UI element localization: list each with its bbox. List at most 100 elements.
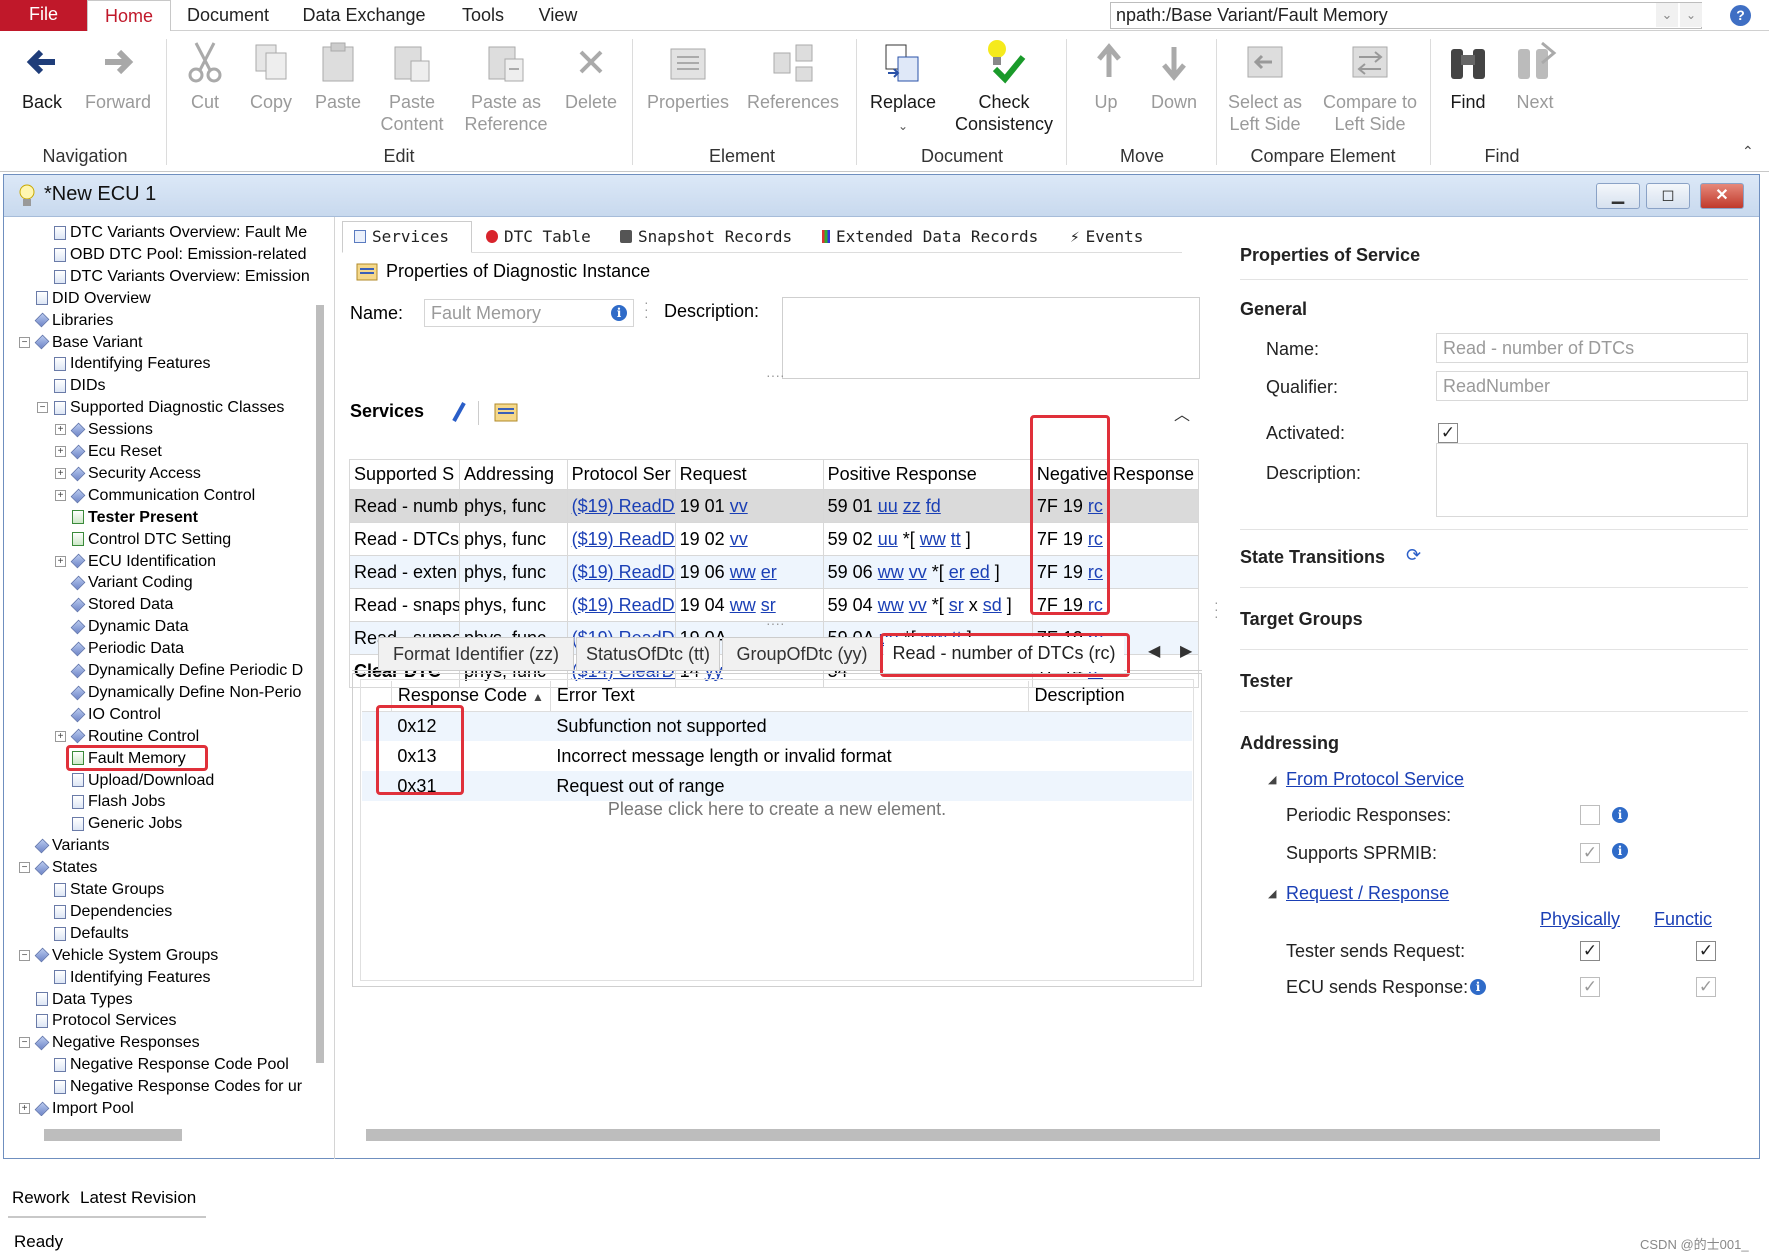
tab-services[interactable]: Services <box>354 227 449 246</box>
parameter-link[interactable]: ww <box>730 595 756 615</box>
copy-button[interactable]: Copy <box>244 39 298 113</box>
parameter-link[interactable]: uu <box>878 496 898 516</box>
back-button[interactable]: Back <box>14 39 70 113</box>
replace-dropdown-icon[interactable]: ⌄ <box>898 119 908 133</box>
check-consistency-button[interactable]: Check Consistency <box>952 39 1056 135</box>
ecu-sends-functionally-checkbox[interactable]: ✓ <box>1696 977 1716 997</box>
column-header-error-text[interactable]: Error Text <box>550 681 1029 712</box>
parameter-link[interactable]: sd <box>983 595 1002 615</box>
tree-item[interactable]: Security Access <box>70 464 201 484</box>
info-icon[interactable]: i <box>611 305 627 321</box>
column-header[interactable]: Positive Response <box>822 459 1033 490</box>
error-text-cell[interactable]: Subfunction not supported <box>550 711 1029 741</box>
target-groups-header[interactable]: Target Groups <box>1240 609 1363 630</box>
tab-events[interactable]: ⚡ Events <box>1070 227 1143 246</box>
tree-item[interactable]: Import Pool <box>34 1099 134 1116</box>
vertical-splitter-dots[interactable]: · · · <box>644 295 649 323</box>
tree-item[interactable]: Generic Jobs <box>72 814 182 834</box>
expanded-triangle-icon[interactable]: ◢ <box>1268 773 1276 786</box>
tab-home[interactable]: Home <box>87 0 171 31</box>
tree-item[interactable]: Control DTC Setting <box>72 530 231 550</box>
chevron-down-icon[interactable]: ⌄ <box>1656 3 1678 27</box>
tree-item[interactable]: OBD DTC Pool: Emission-related <box>54 245 307 265</box>
expand-icon[interactable]: + <box>55 730 66 742</box>
horizontal-splitter-dots[interactable]: ···· <box>766 367 785 383</box>
service-name-cell[interactable]: Read - DTCs <box>349 522 460 556</box>
collapse-icon[interactable]: − <box>19 336 30 348</box>
tree-item[interactable]: Defaults <box>54 924 129 944</box>
ecu-sends-physically-checkbox[interactable]: ✓ <box>1580 977 1600 997</box>
tree-item[interactable]: Routine Control <box>70 727 199 747</box>
info-icon[interactable]: i <box>1612 843 1628 859</box>
tree-item[interactable]: Base Variant <box>34 333 142 353</box>
replace-button[interactable]: Replace ⌄ <box>866 39 940 137</box>
name-field[interactable]: Fault Memory <box>424 299 634 327</box>
next-button[interactable]: Next <box>1512 39 1558 113</box>
paste-content-button[interactable]: Paste Content <box>376 39 448 135</box>
column-header[interactable]: Protocol Ser <box>566 459 676 490</box>
maximize-button[interactable]: ◻ <box>1646 183 1690 209</box>
tree-item[interactable]: DTC Variants Overview: Fault Me <box>54 223 307 243</box>
tree-item[interactable]: Identifying Features <box>54 354 211 374</box>
expand-icon[interactable]: + <box>55 446 66 457</box>
tree-item[interactable]: Negative Response Codes for ur <box>54 1077 302 1097</box>
tree-vertical-scrollbar[interactable] <box>316 305 324 1063</box>
down-button[interactable]: Down <box>1146 39 1202 113</box>
service-name-cell[interactable]: Read - snaps <box>349 588 460 622</box>
parameter-link[interactable]: vv <box>909 595 927 615</box>
column-header[interactable]: Supported S <box>349 459 460 490</box>
tester-sends-physically-checkbox[interactable]: ✓ <box>1580 941 1600 961</box>
tree-item[interactable]: Negative Response Code Pool <box>54 1055 289 1075</box>
table-row[interactable]: 0x31 Request out of range <box>362 771 1192 801</box>
horizontal-splitter-dots[interactable]: ···· <box>766 615 785 631</box>
description-field[interactable] <box>782 297 1200 379</box>
tree-item[interactable]: States <box>34 858 97 878</box>
tree-item[interactable]: DIDs <box>54 376 106 396</box>
collapse-icon[interactable]: − <box>19 1037 30 1049</box>
tree-item[interactable]: Dependencies <box>54 902 172 922</box>
find-button[interactable]: Find <box>1444 39 1492 113</box>
tree-item[interactable]: Communication Control <box>70 486 255 506</box>
file-menu-tab[interactable]: File <box>0 0 87 31</box>
tree-item[interactable]: Data Types <box>36 990 133 1010</box>
paste-as-reference-button[interactable]: Paste as Reference <box>460 39 552 135</box>
expand-icon[interactable]: + <box>55 489 66 501</box>
error-text-cell[interactable]: Incorrect message length or invalid form… <box>550 741 1028 771</box>
forward-button[interactable]: Forward <box>80 39 156 113</box>
npath-input[interactable]: npath:/Base Variant/Fault Memory <box>1110 2 1702 29</box>
up-button[interactable]: Up <box>1086 39 1126 113</box>
tree-item[interactable]: Dynamically Define Periodic D <box>70 661 303 681</box>
tree-item[interactable]: Variants <box>34 836 110 856</box>
parameter-link[interactable]: sr <box>761 595 776 615</box>
service-name-field[interactable]: Read - number of DTCs <box>1436 333 1748 363</box>
tree-item[interactable]: Negative Responses <box>34 1033 200 1053</box>
parameter-link[interactable]: er <box>949 562 965 582</box>
expand-icon[interactable]: + <box>55 555 66 567</box>
parameter-link[interactable]: ed <box>970 562 990 582</box>
expand-icon[interactable]: + <box>55 424 66 436</box>
cut-button[interactable]: Cut <box>180 39 230 113</box>
tree-item[interactable]: Sessions <box>70 420 153 440</box>
column-header[interactable]: Addressing <box>459 459 568 490</box>
properties-icon[interactable] <box>494 401 518 423</box>
tree-item[interactable]: Stored Data <box>70 595 173 615</box>
create-new-element-hint[interactable]: Please click here to create a new elemen… <box>360 799 1194 820</box>
tree-item[interactable]: IO Control <box>70 705 161 725</box>
parameter-link[interactable]: ww <box>920 529 946 549</box>
state-transitions-header[interactable]: State Transitions <box>1240 547 1385 568</box>
expanded-triangle-icon[interactable]: ◢ <box>1268 887 1276 900</box>
tree-item[interactable]: Variant Coding <box>70 573 193 593</box>
request-response-link[interactable]: Request / Response <box>1286 883 1449 904</box>
tab-data-exchange[interactable]: Data Exchange <box>296 0 432 31</box>
parameter-link[interactable]: ww <box>878 562 904 582</box>
parameter-link[interactable]: vv <box>730 496 748 516</box>
tree-item[interactable]: Identifying Features <box>54 968 211 988</box>
tree-item[interactable]: Flash Jobs <box>72 792 165 812</box>
description-cell[interactable] <box>1028 711 1192 741</box>
tab-document[interactable]: Document <box>178 0 278 31</box>
column-header[interactable]: Request <box>674 459 824 490</box>
addressing-header[interactable]: Addressing <box>1240 733 1339 754</box>
expand-icon[interactable]: + <box>19 1103 30 1114</box>
tree-item[interactable]: Protocol Services <box>36 1011 177 1031</box>
tab-snapshot-records[interactable]: Snapshot Records <box>620 227 792 246</box>
